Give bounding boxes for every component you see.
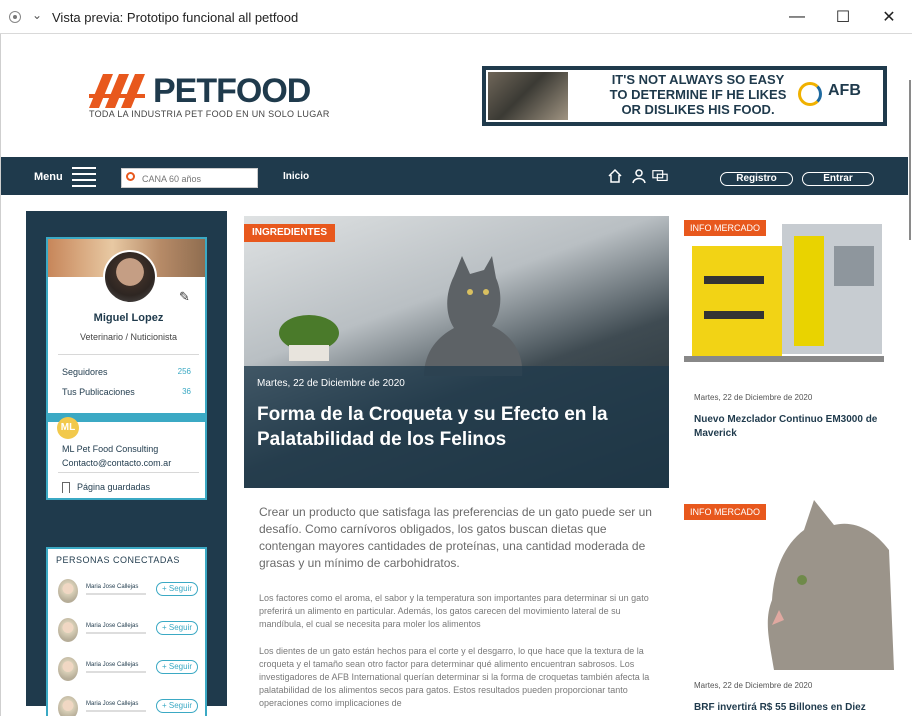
- category-tag[interactable]: INFO MERCADO: [684, 220, 767, 236]
- maximize-button[interactable]: ☐: [820, 0, 866, 34]
- article-intro: Crear un producto que satisfaga las pref…: [259, 505, 652, 570]
- user-icon[interactable]: [631, 168, 647, 184]
- person-name[interactable]: Maria Jose Callejas: [86, 623, 138, 629]
- brand-tagline: TODA LA INDUSTRIA PET FOOD EN UN SOLO LU…: [89, 109, 330, 119]
- person-name[interactable]: Maria Jose Callejas: [86, 662, 138, 668]
- list-item: Maria Jose Callejas + Seguir: [56, 577, 202, 609]
- card-title[interactable]: Nuevo Mezclador Continuo EM3000 de Maver…: [694, 413, 884, 441]
- avatar[interactable]: [58, 696, 78, 716]
- chevron-down-icon[interactable]: ⌄: [32, 8, 42, 22]
- scrollbar[interactable]: [908, 34, 912, 716]
- news-card-image[interactable]: INFO MERCADO: [684, 500, 894, 670]
- follow-button[interactable]: + Seguir: [156, 660, 198, 674]
- app-icon: [9, 11, 21, 23]
- home-icon[interactable]: [607, 168, 623, 184]
- connected-people-heading: PERSONAS CONECTADAS: [56, 555, 180, 565]
- menu-label[interactable]: Menu: [34, 171, 63, 183]
- page-viewport: PETFOOD TODA LA INDUSTRIA PET FOOD EN UN…: [0, 34, 908, 716]
- search-box[interactable]: [121, 168, 258, 188]
- avatar[interactable]: [103, 250, 157, 304]
- main-navbar: Menu Inicio Registro Entrar: [1, 157, 908, 195]
- afb-logo-icon: [798, 82, 822, 106]
- person-subtitle-line: [86, 632, 146, 634]
- person-name[interactable]: Maria Jose Callejas: [86, 584, 138, 590]
- brand-name[interactable]: PETFOOD: [153, 72, 311, 111]
- followers-label[interactable]: Seguidores: [62, 367, 108, 377]
- hero-cat-image: [424, 256, 523, 376]
- minimize-button[interactable]: —: [774, 0, 820, 34]
- mixer-machine-image: [684, 224, 884, 362]
- person-subtitle-line: [86, 710, 146, 712]
- person-subtitle-line: [86, 671, 146, 673]
- cat-image: [767, 500, 894, 670]
- close-button[interactable]: ✕: [866, 0, 912, 34]
- follow-button[interactable]: + Seguir: [156, 699, 198, 713]
- banner-cat-image: [488, 72, 568, 120]
- avatar[interactable]: [58, 618, 78, 642]
- card-title[interactable]: BRF invertirá R$ 55 Billones en Diez: [694, 701, 884, 715]
- list-item: Maria Jose Callejas + Seguir: [56, 694, 202, 716]
- publications-count: 36: [182, 387, 191, 396]
- connected-people-panel: PERSONAS CONECTADAS Maria Jose Callejas …: [46, 547, 207, 716]
- divider: [58, 472, 199, 473]
- publications-label[interactable]: Tus Publicaciones: [62, 387, 135, 397]
- search-icon: [126, 172, 135, 181]
- entrar-button[interactable]: Entrar: [802, 172, 874, 186]
- profile-role: Veterinario / Nuticionista: [79, 332, 178, 342]
- profile-card: ✎ Miguel Lopez Veterinario / Nuticionist…: [46, 237, 207, 500]
- category-tag[interactable]: INFO MERCADO: [684, 504, 767, 520]
- followers-count: 256: [177, 367, 191, 376]
- company-badge: ML: [57, 417, 79, 439]
- avatar[interactable]: [58, 657, 78, 681]
- list-item: Maria Jose Callejas + Seguir: [56, 616, 202, 648]
- banner-text: IT'S NOT ALWAYS SO EASY TO DETERMINE IF …: [609, 72, 787, 117]
- follow-button[interactable]: + Seguir: [156, 621, 198, 635]
- scrollbar-thumb[interactable]: [909, 80, 911, 240]
- hero-plant-image: [279, 315, 339, 361]
- company-name[interactable]: ML Pet Food Consulting: [62, 444, 158, 454]
- window-titlebar: ⌄ Vista previa: Prototipo funcional all …: [0, 0, 912, 34]
- person-subtitle-line: [86, 593, 146, 595]
- hero-article[interactable]: INGREDIENTES Martes, 22 de Diciembre de …: [244, 216, 669, 488]
- card-date: Martes, 22 de Diciembre de 2020: [694, 393, 813, 402]
- search-input[interactable]: [142, 171, 254, 186]
- profile-name: Miguel Lopez: [93, 312, 164, 324]
- person-name[interactable]: Maria Jose Callejas: [86, 701, 138, 707]
- card-date: Martes, 22 de Diciembre de 2020: [694, 681, 813, 690]
- hero-date: Martes, 22 de Diciembre de 2020: [257, 378, 405, 389]
- saved-pages-link[interactable]: Página guardadas: [77, 482, 150, 492]
- registro-button[interactable]: Registro: [720, 172, 793, 186]
- company-email[interactable]: Contacto@contacto.com.ar: [62, 458, 171, 468]
- hero-title[interactable]: Forma de la Croqueta y su Efecto en la P…: [257, 402, 657, 452]
- category-tag[interactable]: INGREDIENTES: [244, 224, 336, 242]
- list-item: Maria Jose Callejas + Seguir: [56, 655, 202, 687]
- article-paragraph: Los dientes de un gato están hechos para…: [259, 646, 650, 708]
- hamburger-menu-icon[interactable]: [72, 167, 96, 187]
- follow-button[interactable]: + Seguir: [156, 582, 198, 596]
- banner-brand: AFB: [828, 82, 861, 99]
- ad-banner[interactable]: IT'S NOT ALWAYS SO EASY TO DETERMINE IF …: [482, 66, 887, 126]
- news-card-image[interactable]: INFO MERCADO: [684, 216, 894, 376]
- bookmark-icon: [62, 482, 70, 493]
- chat-icon[interactable]: [652, 168, 668, 184]
- petfood-logo-icon[interactable]: [89, 74, 149, 108]
- article-paragraph: Los factores como el aroma, el sabor y l…: [259, 593, 649, 629]
- sidebar: ✎ Miguel Lopez Veterinario / Nuticionist…: [26, 211, 227, 716]
- divider: [58, 354, 199, 355]
- nav-inicio-link[interactable]: Inicio: [283, 171, 309, 182]
- avatar[interactable]: [58, 579, 78, 603]
- window-title: Vista previa: Prototipo funcional all pe…: [52, 10, 299, 25]
- edit-pencil-icon[interactable]: ✎: [179, 289, 190, 305]
